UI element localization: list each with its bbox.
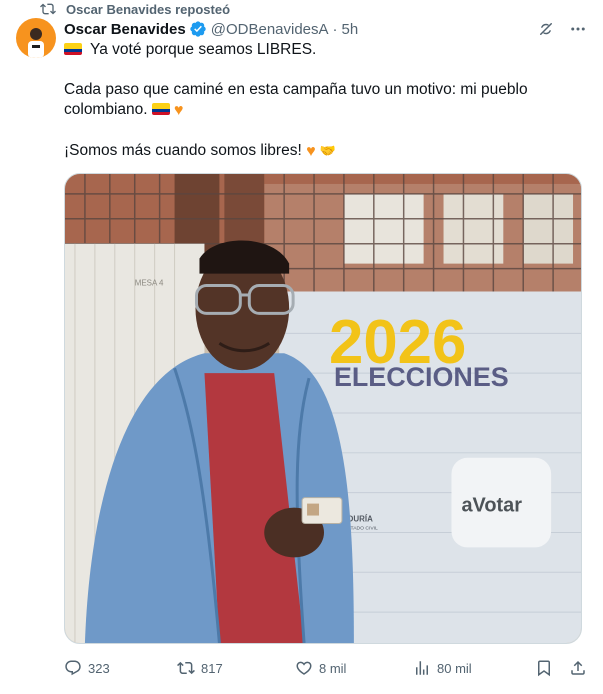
handshake-icon: 🤝 bbox=[319, 143, 337, 158]
share-icon bbox=[571, 660, 585, 675]
table-label: MESA 4 bbox=[135, 279, 164, 288]
reply-icon bbox=[65, 660, 81, 676]
like-button[interactable]: 8 mil bbox=[295, 659, 413, 677]
tweet-header: Oscar Benavides @ODBenavidesA · 5h bbox=[64, 18, 587, 40]
reply-count: 323 bbox=[88, 660, 110, 676]
more-options-icon[interactable] bbox=[569, 20, 587, 38]
tweet-line-2: Cada paso que caminé en esta campaña tuv… bbox=[64, 81, 528, 118]
photo-scene: MESA 4 2026 ELECCIONES ADURÍA ESTADO CIV… bbox=[65, 174, 581, 643]
like-count: 8 mil bbox=[319, 660, 347, 676]
tweet-photo[interactable]: MESA 4 2026 ELECCIONES ADURÍA ESTADO CIV… bbox=[64, 173, 582, 644]
bookmark-button[interactable] bbox=[535, 659, 553, 677]
tweet-text: Ya voté porque seamos LIBRES. Cada paso … bbox=[64, 40, 564, 162]
author-name[interactable]: Oscar Benavides bbox=[64, 21, 186, 38]
repost-icon bbox=[177, 661, 195, 675]
sign-title: ELECCIONES bbox=[334, 362, 509, 392]
verified-badge-icon bbox=[190, 21, 206, 37]
repost-label: Oscar Benavides reposteó bbox=[66, 1, 231, 17]
reply-button[interactable]: 323 bbox=[64, 659, 177, 677]
avatar[interactable] bbox=[16, 18, 56, 58]
views-button[interactable]: 80 mil bbox=[413, 659, 531, 677]
colombia-flag-icon bbox=[64, 43, 82, 55]
repost-icon bbox=[40, 3, 56, 15]
sign-button: aVotar bbox=[461, 495, 522, 517]
grok-icon[interactable] bbox=[537, 20, 555, 38]
repost-count: 817 bbox=[201, 660, 223, 676]
tweet-line-1: Ya voté porque seamos LIBRES. bbox=[90, 41, 317, 58]
share-button[interactable] bbox=[569, 659, 587, 677]
bookmark-icon bbox=[538, 660, 550, 677]
repost-button[interactable]: 817 bbox=[177, 659, 295, 677]
tweet-time[interactable]: 5h bbox=[342, 21, 359, 38]
orange-heart-icon: ♥ bbox=[173, 102, 184, 119]
orange-heart-icon: ♥ bbox=[306, 143, 316, 160]
colombia-flag-icon bbox=[151, 103, 170, 115]
tweet-line-3: ¡Somos más cuando somos libres! bbox=[64, 142, 302, 159]
tweet-actions: 323 817 8 mil 80 mil bbox=[64, 656, 587, 680]
views-icon bbox=[416, 661, 428, 675]
views-count: 80 mil bbox=[437, 660, 472, 676]
repost-indicator[interactable]: Oscar Benavides reposteó bbox=[40, 0, 230, 18]
author-handle[interactable]: @ODBenavidesA bbox=[211, 21, 329, 38]
heart-icon bbox=[296, 661, 312, 675]
avatar-person bbox=[28, 28, 44, 58]
separator-dot: · bbox=[332, 20, 338, 38]
